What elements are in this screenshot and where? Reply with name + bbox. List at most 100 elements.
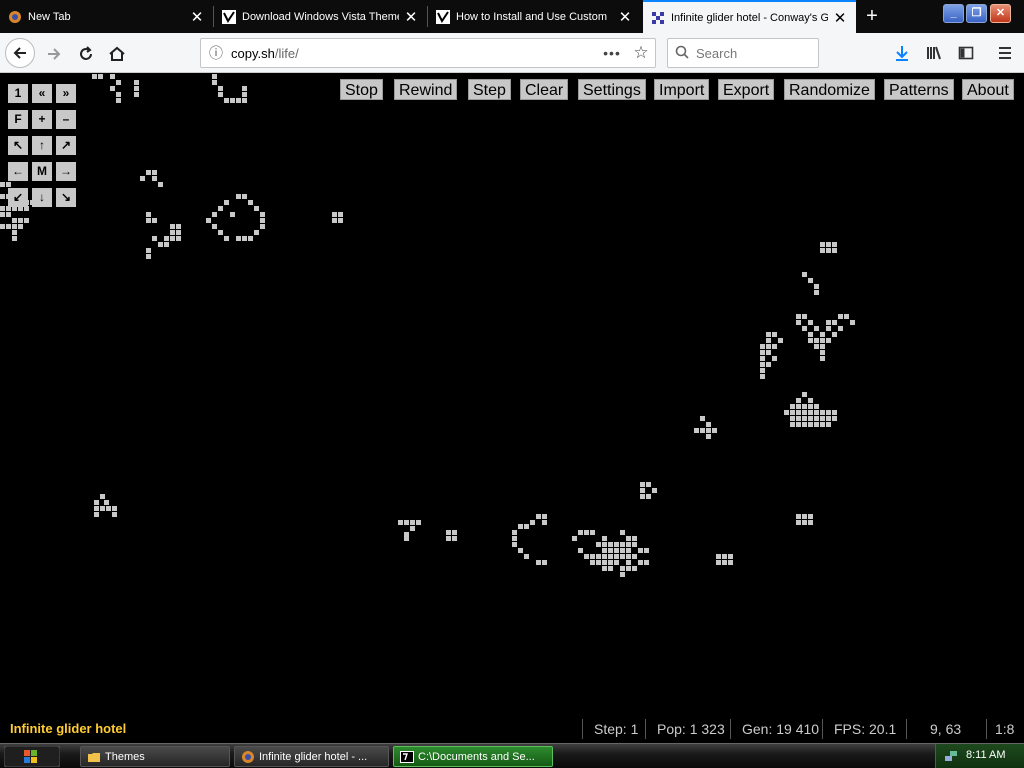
- live-cell: [338, 212, 343, 217]
- toolbar-button-randomize[interactable]: Randomize: [784, 79, 875, 100]
- tab-new-tab[interactable]: New Tab ✕: [0, 0, 213, 33]
- network-icon[interactable]: [944, 749, 958, 768]
- live-cell: [512, 530, 517, 535]
- toolbar-button-about[interactable]: About: [962, 79, 1014, 100]
- pan-middle-button[interactable]: M: [32, 162, 52, 181]
- library-icon[interactable]: [919, 38, 949, 68]
- live-cell: [602, 554, 607, 559]
- page-actions-icon[interactable]: •••: [597, 45, 627, 61]
- zoom-out-button[interactable]: –: [56, 110, 76, 129]
- pan-down-right-button[interactable]: ↘: [56, 188, 76, 207]
- window-close-button[interactable]: ✕: [990, 4, 1011, 23]
- restore-button[interactable]: ❐: [966, 4, 987, 23]
- live-cell: [596, 560, 601, 565]
- pan-up-right-button[interactable]: ↗: [56, 136, 76, 155]
- site-icon: [222, 9, 236, 24]
- live-cell: [98, 74, 103, 79]
- live-cell: [802, 272, 807, 277]
- pan-up-left-button[interactable]: ↖: [8, 136, 28, 155]
- live-cell: [820, 356, 825, 361]
- toolbar-button-clear[interactable]: Clear: [520, 79, 569, 100]
- tab-infinite-glider-hotel[interactable]: Infinite glider hotel - Conway's Game of…: [643, 0, 856, 33]
- pan-left-button[interactable]: ←: [8, 162, 28, 181]
- sidebar-icon[interactable]: [951, 38, 981, 68]
- back-button[interactable]: [5, 38, 35, 68]
- close-icon[interactable]: ✕: [617, 8, 633, 26]
- live-cell: [646, 482, 651, 487]
- live-cell: [626, 542, 631, 547]
- live-cell: [404, 536, 409, 541]
- bookmark-star-icon[interactable]: ☆: [627, 43, 655, 63]
- live-cell: [530, 520, 535, 525]
- toolbar-button-settings[interactable]: Settings: [578, 79, 646, 100]
- info-icon[interactable]: ⓘ: [201, 43, 231, 63]
- taskbar-item-7zip[interactable]: C:\Documents and Se...: [393, 746, 553, 767]
- live-cell: [632, 554, 637, 559]
- zoom-in-button[interactable]: +: [32, 110, 52, 129]
- live-cell: [0, 194, 5, 199]
- live-cell: [820, 350, 825, 355]
- menu-icon[interactable]: [990, 38, 1020, 68]
- live-cell: [808, 416, 813, 421]
- toolbar-button-import[interactable]: Import: [654, 79, 710, 100]
- download-icon[interactable]: [887, 38, 917, 68]
- live-cell: [778, 338, 783, 343]
- close-icon[interactable]: ✕: [832, 9, 848, 27]
- tab-install-custom[interactable]: How to Install and Use Custom ✕: [428, 0, 641, 33]
- url-bar[interactable]: ⓘ copy.sh/life/ ••• ☆: [200, 38, 656, 68]
- pan-down-button[interactable]: ↓: [32, 188, 52, 207]
- live-cell: [92, 74, 97, 79]
- live-cell: [236, 236, 241, 241]
- live-cell: [446, 536, 451, 541]
- close-icon[interactable]: ✕: [403, 8, 419, 26]
- live-cell: [146, 254, 151, 259]
- url-text[interactable]: copy.sh/life/: [231, 46, 597, 61]
- live-cell: [814, 416, 819, 421]
- fps-readout: FPS: 20.1: [834, 721, 897, 737]
- tab-download-vista-theme[interactable]: Download Windows Vista Theme ✕: [214, 0, 427, 33]
- live-cell: [542, 514, 547, 519]
- cell-pattern-pattern-mid-right-2: [760, 332, 783, 379]
- speed-up-button[interactable]: »: [56, 84, 76, 103]
- toolbar-button-stop[interactable]: Stop: [340, 79, 383, 100]
- zoom-reset-button[interactable]: 1: [8, 84, 28, 103]
- live-cell: [242, 98, 247, 103]
- close-icon[interactable]: ✕: [189, 8, 205, 26]
- toolbar-button-patterns[interactable]: Patterns: [884, 79, 954, 100]
- live-cell: [18, 224, 23, 229]
- cell-pattern-hive-cluster: [784, 392, 837, 427]
- pan-up-button[interactable]: ↑: [32, 136, 52, 155]
- new-tab-button[interactable]: +: [860, 5, 884, 27]
- live-cell: [542, 560, 547, 565]
- live-cell: [802, 422, 807, 427]
- taskbar-item-themes[interactable]: Themes: [80, 746, 230, 767]
- status-divider: [986, 719, 987, 739]
- cell-grid[interactable]: [0, 74, 1024, 743]
- live-cell: [694, 428, 699, 433]
- toolbar-button-export[interactable]: Export: [718, 79, 775, 100]
- pan-right-button[interactable]: →: [56, 162, 76, 181]
- toolbar-button-step[interactable]: Step: [468, 79, 511, 100]
- search-bar[interactable]: Search: [667, 38, 819, 68]
- live-cell: [536, 560, 541, 565]
- taskbar-item-firefox[interactable]: Infinite glider hotel - ...: [234, 746, 389, 767]
- zoom-readout: 1:8: [995, 721, 1015, 737]
- home-button[interactable]: [102, 38, 132, 68]
- pan-down-left-button[interactable]: ↙: [8, 188, 28, 207]
- live-cell: [112, 512, 117, 517]
- live-cell: [814, 422, 819, 427]
- forward-button[interactable]: [39, 38, 69, 68]
- live-cell: [802, 326, 807, 331]
- fit-button[interactable]: F: [8, 110, 28, 129]
- life-canvas[interactable]: 1 «» F + – ↖ ↑ ↗ ← M → ↙ ↓ ↘ Stop Rewind Step Clear Setti…: [0, 74, 1024, 743]
- live-cell: [212, 212, 217, 217]
- start-button[interactable]: [3, 745, 61, 768]
- slow-down-button[interactable]: «: [32, 84, 52, 103]
- cell-pattern-small-cluster: [140, 170, 163, 187]
- toolbar-button-rewind[interactable]: Rewind: [394, 79, 458, 100]
- clock[interactable]: 8:11 AM: [966, 749, 1006, 761]
- live-cell: [164, 236, 169, 241]
- reload-button[interactable]: [71, 38, 101, 68]
- live-cell: [608, 554, 613, 559]
- minimize-button[interactable]: _: [943, 4, 964, 23]
